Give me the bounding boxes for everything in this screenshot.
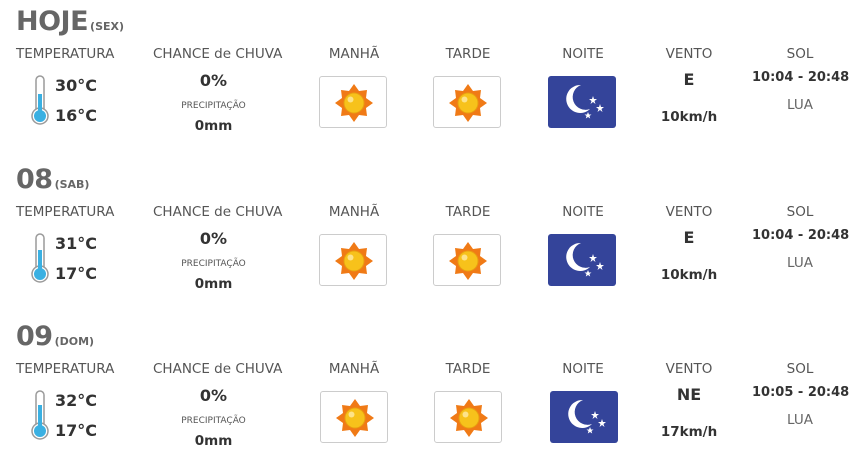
moon-stars-icon — [566, 242, 604, 277]
night-header: NOITE — [562, 361, 604, 377]
weekday-label: (SEX) — [90, 20, 125, 33]
temperature-header: TEMPERATURA — [16, 361, 115, 377]
weekday-label: (DOM) — [54, 335, 95, 348]
precipitation-label: PRECIPITAÇÃO — [181, 101, 246, 111]
morning-header: MANHÃ — [328, 46, 380, 62]
night-header: NOITE — [562, 46, 604, 62]
day-title: HOJE (SEX) — [16, 6, 124, 37]
day-title: 08 (SAB) — [16, 164, 89, 195]
wind-speed: 10km/h — [660, 109, 718, 125]
night-weather — [548, 76, 616, 128]
temp-min: 17°C — [55, 421, 98, 440]
rain-chance-value: 0% — [199, 71, 228, 90]
rain-chance-value: 0% — [199, 229, 228, 248]
day-label: HOJE — [16, 6, 89, 37]
afternoon-weather — [433, 234, 501, 286]
sunrise-sunset: 10:04 - 20:48 — [752, 70, 850, 85]
afternoon-header: TARDE — [445, 46, 491, 62]
sunrise-sunset: 10:04 - 20:48 — [752, 228, 850, 243]
day-title: 09 (DOM) — [16, 321, 94, 352]
wind-header: VENTO — [665, 204, 713, 220]
rain-chance-header: CHANCE de CHUVA — [153, 204, 283, 220]
wind-header: VENTO — [665, 361, 713, 377]
morning-weather — [319, 76, 387, 128]
sunrise-sunset: 10:05 - 20:48 — [752, 385, 850, 400]
sun-icon — [449, 84, 487, 122]
temperature-header: TEMPERATURA — [16, 46, 115, 62]
wind-header: VENTO — [665, 46, 713, 62]
wind-speed: 17km/h — [660, 424, 718, 440]
temp-max: 31°C — [55, 234, 98, 253]
sun-icon — [450, 399, 488, 437]
morning-weather — [319, 234, 387, 286]
precipitation-label: PRECIPITAÇÃO — [181, 416, 246, 426]
moon-label: LUA — [787, 255, 813, 271]
afternoon-header: TARDE — [445, 204, 491, 220]
night-header: NOITE — [562, 204, 604, 220]
temperature-header: TEMPERATURA — [16, 204, 115, 220]
wind-speed: 10km/h — [660, 267, 718, 283]
forecast-day: 09 (DOM) TEMPERATURA CHANCE de CHUVA MANH… — [0, 321, 854, 471]
rain-chance-header: CHANCE de CHUVA — [153, 46, 283, 62]
afternoon-weather — [434, 391, 502, 443]
sun-header: SOL — [786, 204, 814, 220]
temp-max: 30°C — [55, 76, 98, 95]
moon-label: LUA — [787, 97, 813, 113]
wind-direction: NE — [676, 385, 702, 404]
morning-header: MANHÃ — [328, 204, 380, 220]
afternoon-header: TARDE — [445, 361, 491, 377]
temp-min: 16°C — [55, 106, 98, 125]
afternoon-weather — [433, 76, 501, 128]
night-weather — [548, 234, 616, 286]
wind-direction: E — [683, 228, 695, 247]
night-weather — [550, 391, 618, 443]
sun-header: SOL — [786, 361, 814, 377]
rain-chance-header: CHANCE de CHUVA — [153, 361, 283, 377]
thermometer-icon — [30, 389, 50, 445]
precipitation-value: 0mm — [194, 276, 233, 292]
rain-chance-value: 0% — [199, 386, 228, 405]
precipitation-value: 0mm — [194, 118, 233, 134]
precipitation-label: PRECIPITAÇÃO — [181, 259, 246, 269]
moon-label: LUA — [787, 412, 813, 428]
precipitation-value: 0mm — [194, 433, 233, 449]
sun-icon — [335, 84, 373, 122]
morning-header: MANHÃ — [328, 361, 380, 377]
sun-icon — [449, 242, 487, 280]
wind-direction: E — [683, 70, 695, 89]
sun-icon — [336, 399, 374, 437]
moon-stars-icon — [568, 399, 606, 434]
forecast-day: 08 (SAB) TEMPERATURA CHANCE de CHUVA MANH… — [0, 164, 854, 314]
thermometer-icon — [30, 232, 50, 288]
moon-stars-icon — [566, 84, 604, 119]
temp-max: 32°C — [55, 391, 98, 410]
day-label: 08 — [16, 164, 53, 195]
forecast-day: HOJE (SEX) TEMPERATURA CHANCE de CHUVA MA… — [0, 6, 854, 156]
weekday-label: (SAB) — [54, 178, 90, 191]
day-label: 09 — [16, 321, 53, 352]
morning-weather — [320, 391, 388, 443]
temp-min: 17°C — [55, 264, 98, 283]
thermometer-icon — [30, 74, 50, 130]
sun-header: SOL — [786, 46, 814, 62]
sun-icon — [335, 242, 373, 280]
